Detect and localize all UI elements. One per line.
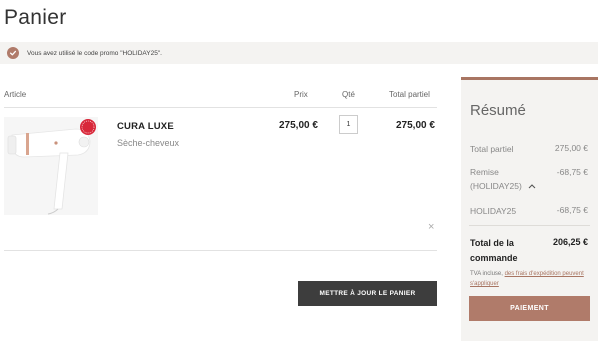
quantity-input[interactable]: 1 <box>339 115 358 134</box>
header-total: Total partiel <box>389 90 430 99</box>
header-qte: Qté <box>342 90 355 99</box>
notice-text: Vous avez utilisé le code promo "HOLIDAY… <box>27 49 162 57</box>
order-total-label: Total de la commande <box>470 238 518 263</box>
header-divider <box>4 107 437 108</box>
subtotal-label: Total partiel <box>470 144 514 154</box>
header-article: Article <box>4 90 27 99</box>
checkout-button[interactable]: PAIEMENT <box>469 296 590 321</box>
discount-value: -68,75 € <box>556 167 588 177</box>
discount-label-text: Remise (HOLIDAY25) <box>470 167 522 191</box>
order-total-value: 206,25 € <box>552 237 588 247</box>
discount-label[interactable]: Remise (HOLIDAY25) <box>470 165 550 193</box>
close-icon[interactable]: × <box>428 222 434 233</box>
check-circle-icon <box>7 47 19 59</box>
product-subtitle: Sèche-cheveux <box>117 138 180 148</box>
product-name[interactable]: CURA LUXE <box>117 121 174 132</box>
product-price: 275,00 € <box>279 120 318 131</box>
product-image[interactable] <box>4 117 98 215</box>
order-summary: Résumé Total partiel 275,00 € Remise (HO… <box>461 77 598 341</box>
promo-notice: Vous avez utilisé le code promo "HOLIDAY… <box>0 42 598 64</box>
summary-title: Résumé <box>470 102 526 119</box>
chevron-up-icon[interactable] <box>528 179 536 193</box>
update-cart-button[interactable]: METTRE À JOUR LE PANIER <box>298 281 437 306</box>
page-title: Panier <box>4 6 67 29</box>
tax-note: TVA incluse, des frais d'expédition peuv… <box>470 269 590 289</box>
summary-divider <box>469 225 590 226</box>
promo-code-label: HOLIDAY25 <box>470 206 517 216</box>
product-subtotal: 275,00 € <box>396 120 435 131</box>
header-prix: Prix <box>294 90 308 99</box>
promo-code-value: -68,75 € <box>556 205 588 215</box>
row-divider <box>4 250 437 251</box>
subtotal-value: 275,00 € <box>554 143 588 153</box>
tax-note-text: TVA incluse, <box>470 271 505 277</box>
